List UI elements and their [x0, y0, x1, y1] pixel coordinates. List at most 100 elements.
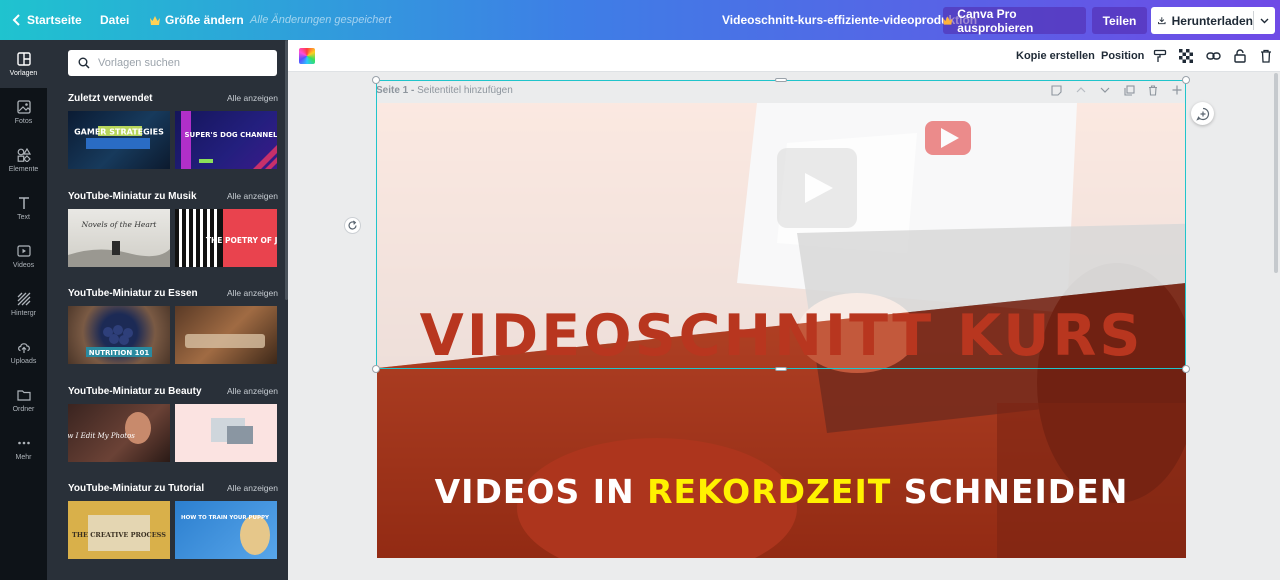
- show-all-link[interactable]: Alle anzeigen: [227, 386, 278, 396]
- duplicate-page-button[interactable]: [1123, 84, 1135, 96]
- rail-label: Elemente: [8, 165, 39, 173]
- rail-item-background[interactable]: Hintergr: [0, 280, 47, 328]
- page-up-button[interactable]: [1075, 84, 1087, 96]
- subline-text[interactable]: VIDEOS IN REKORDZEIT SCHNEIDEN: [377, 475, 1186, 508]
- show-all-link[interactable]: Alle anzeigen: [227, 191, 278, 201]
- editor-toolbar: Kopie erstellen Position: [288, 40, 1280, 72]
- link-button[interactable]: [1205, 48, 1221, 64]
- rail-item-photos[interactable]: Fotos: [0, 88, 47, 136]
- save-status: Alle Änderungen gespeichert: [250, 0, 391, 40]
- canvas-scrollbar[interactable]: [1274, 73, 1278, 273]
- resize-handle-top[interactable]: [775, 78, 787, 82]
- rail-item-templates[interactable]: Vorlagen: [0, 40, 47, 88]
- file-menu[interactable]: Datei: [100, 0, 129, 40]
- rail-label: Uploads: [10, 357, 37, 365]
- file-label: Datei: [100, 13, 130, 27]
- document-title-text: Videoschnitt-kurs-effiziente-videoproduk…: [722, 13, 978, 27]
- template-thumb[interactable]: [175, 404, 277, 462]
- page-number: Seite 1 -: [376, 85, 418, 96]
- rail-item-more[interactable]: Mehr: [0, 424, 47, 472]
- position-label: Position: [1101, 50, 1145, 62]
- page-title-input[interactable]: Seitentitel hinzufügen: [417, 85, 513, 96]
- design-page[interactable]: VIDEOSCHNITT KURS VIDEOS IN REKORDZEIT S…: [377, 103, 1186, 558]
- add-page-button[interactable]: [1171, 84, 1183, 96]
- template-thumb[interactable]: Novels of the Heart: [68, 209, 170, 267]
- resize-button[interactable]: Größe ändern: [150, 0, 244, 40]
- thumb-text: GAMER STRATEGIES: [74, 128, 164, 137]
- thumb-art: GAMER STRATEGIES: [74, 126, 164, 149]
- template-thumb[interactable]: How I Edit My Photos: [68, 404, 170, 462]
- subline-highlight: REKORDZEIT: [647, 472, 892, 511]
- show-all-link[interactable]: Alle anzeigen: [227, 483, 278, 493]
- link-icon: [1205, 52, 1221, 60]
- position-button[interactable]: Position: [1101, 40, 1144, 72]
- page-down-button[interactable]: [1099, 84, 1111, 96]
- template-thumb[interactable]: [175, 306, 277, 364]
- rail-label: Vorlagen: [9, 69, 38, 77]
- thumb-art: How I Edit My Photos: [68, 412, 151, 444]
- upload-icon: [17, 342, 30, 353]
- transparency-button[interactable]: [1178, 48, 1194, 64]
- color-picker-button[interactable]: [299, 48, 315, 64]
- duplicate-label: Kopie erstellen: [1016, 50, 1095, 62]
- template-thumb[interactable]: NUTRITION 101: [68, 306, 170, 364]
- plus-icon: [1172, 85, 1182, 95]
- rail-item-elements[interactable]: Elemente: [0, 136, 47, 184]
- section-recent: Zuletzt verwendet Alle anzeigen GAMER ST…: [68, 91, 278, 169]
- delete-page-button[interactable]: [1147, 84, 1159, 96]
- template-thumb[interactable]: HOW TO TRAIN YOUR PUPPY: [175, 501, 277, 559]
- rail-item-videos[interactable]: Videos: [0, 232, 47, 280]
- resize-handle-br[interactable]: [1182, 365, 1190, 373]
- add-comment-button[interactable]: [1191, 102, 1214, 125]
- try-pro-button[interactable]: Canva Pro ausprobieren: [943, 7, 1086, 35]
- show-all-link[interactable]: Alle anzeigen: [227, 288, 278, 298]
- lock-button[interactable]: [1232, 48, 1248, 64]
- rail-item-uploads[interactable]: Uploads: [0, 328, 47, 376]
- page-notes-button[interactable]: [1050, 84, 1062, 96]
- more-icon: [17, 441, 30, 444]
- share-button[interactable]: Teilen: [1092, 7, 1147, 34]
- section-title: YouTube-Miniatur zu Musik: [68, 190, 197, 202]
- download-options-button[interactable]: [1254, 7, 1275, 34]
- thumb-art: [185, 334, 265, 348]
- note-icon: [1050, 84, 1062, 96]
- rail-label: Hintergr: [11, 309, 36, 317]
- delete-button[interactable]: [1258, 48, 1274, 64]
- copy-icon: [1123, 84, 1135, 96]
- duplicate-button[interactable]: Kopie erstellen: [1016, 40, 1095, 72]
- rail-label: Videos: [12, 261, 35, 269]
- template-search[interactable]: [68, 50, 277, 76]
- comment-icon: [1195, 107, 1209, 121]
- template-thumb[interactable]: GAMER STRATEGIES: [68, 111, 170, 169]
- headline-text[interactable]: VIDEOSCHNITT KURS: [377, 308, 1186, 365]
- photo-icon: [16, 99, 31, 114]
- section-title: Zuletzt verwendet: [68, 92, 153, 104]
- resize-handle-bl[interactable]: [372, 365, 380, 373]
- template-thumb[interactable]: THE CREATIVE PROCESS: [68, 501, 170, 559]
- rail-item-text[interactable]: Text: [0, 184, 47, 232]
- trash-icon: [1261, 49, 1271, 63]
- resize-handle-tr[interactable]: [1182, 76, 1190, 84]
- show-all-link[interactable]: Alle anzeigen: [227, 93, 278, 103]
- rail-item-folders[interactable]: Ordner: [0, 376, 47, 424]
- resize-handle-bottom[interactable]: [775, 367, 787, 371]
- download-button[interactable]: Herunterladen: [1151, 7, 1275, 34]
- download-main[interactable]: Herunterladen: [1151, 7, 1253, 34]
- subline-part: SCHNEIDEN: [891, 472, 1129, 511]
- rotate-icon: [348, 220, 357, 230]
- template-thumb[interactable]: THE POETRY OF JAZZ: [175, 209, 277, 267]
- format-painter-button[interactable]: [1152, 48, 1168, 64]
- top-bar: Startseite Datei Größe ändern Alle Änder…: [0, 0, 1280, 40]
- document-title[interactable]: Videoschnitt-kurs-effiziente-videoproduk…: [722, 0, 977, 40]
- chevron-up-icon: [1076, 87, 1086, 93]
- side-rail: Vorlagen Fotos Elemente Text Videos Hint…: [0, 40, 47, 580]
- crown-icon: [943, 16, 953, 25]
- rail-label: Fotos: [14, 117, 33, 125]
- home-button[interactable]: Startseite: [12, 0, 82, 40]
- search-input[interactable]: [98, 57, 268, 69]
- thumb-text: THE POETRY OF JAZZ: [206, 236, 277, 245]
- template-thumb[interactable]: SUPER'S DOG CHANNEL: [175, 111, 277, 169]
- resize-handle-tl[interactable]: [372, 76, 380, 84]
- rotate-handle[interactable]: [344, 217, 361, 234]
- share-label: Teilen: [1102, 13, 1137, 28]
